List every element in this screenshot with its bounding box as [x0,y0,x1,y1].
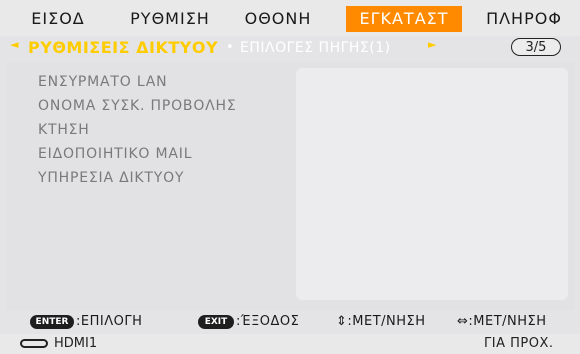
subtab-source-options[interactable]: ΕΠΙΛΟΓΕΣ ΠΗΓΗΣ(1) [240,36,391,60]
exit-help-text: :ΈΞΟΔΟΣ [236,314,300,329]
tab-display[interactable]: ΟΘΟΝΗ [236,6,320,32]
input-source-label: HDMI1 [54,336,98,351]
subtab-right-arrow-icon[interactable]: ► [428,38,436,51]
tab-installation[interactable]: ΕΓΚΑΤΑΣΤ [346,6,462,32]
menu-item-network-service[interactable]: ΥΠΗΡΕΣΙΑ ΔΙΚΤΥΟΥ [38,170,184,186]
status-mode-label: ΓΙΑ ΠΡΟΧ. [484,336,554,351]
menu-item-domain[interactable]: ΚΤΗΣΗ [38,122,90,138]
subtab-network-settings[interactable]: ΡΥΘΜΙΣΕΙΣ ΔΙΚΤΥΟΥ [28,36,218,60]
enter-help-text: :ΕΠΙΛΟΓΗ [76,314,143,329]
leftright-help-text: ⇔:ΜΕΤ/ΝΗΣΗ [457,314,547,329]
tab-info[interactable]: ΠΛΗΡΟΦ [476,6,572,32]
page-indicator: 3/5 [511,38,561,56]
tab-setup[interactable]: ΡΥΘΜΙΣΗ [120,6,220,32]
subtab-left-arrow-icon[interactable]: ◄ [10,38,18,51]
preview-pane [296,68,568,300]
updown-help-text: ⇕:ΜΕΤ/ΝΗΣΗ [336,314,426,329]
subtab-separator: • [226,40,234,55]
exit-key-icon: EXIT [198,315,234,329]
enter-key-icon: ENTER [30,315,74,329]
menu-item-wired-lan[interactable]: ΕΝΣΥΡΜΑΤΟ LAN [38,74,167,90]
hdmi-source-icon [20,339,48,348]
tab-input[interactable]: ΕΙΣΟΔ [18,6,98,32]
menu-item-projector-name[interactable]: ΟΝΟΜΑ ΣΥΣΚ. ΠΡΟΒΟΛΗΣ [38,98,237,114]
menu-item-alert-mail[interactable]: ΕΙΔΟΠΟΙΗΤΙΚΟ MAIL [38,146,192,162]
